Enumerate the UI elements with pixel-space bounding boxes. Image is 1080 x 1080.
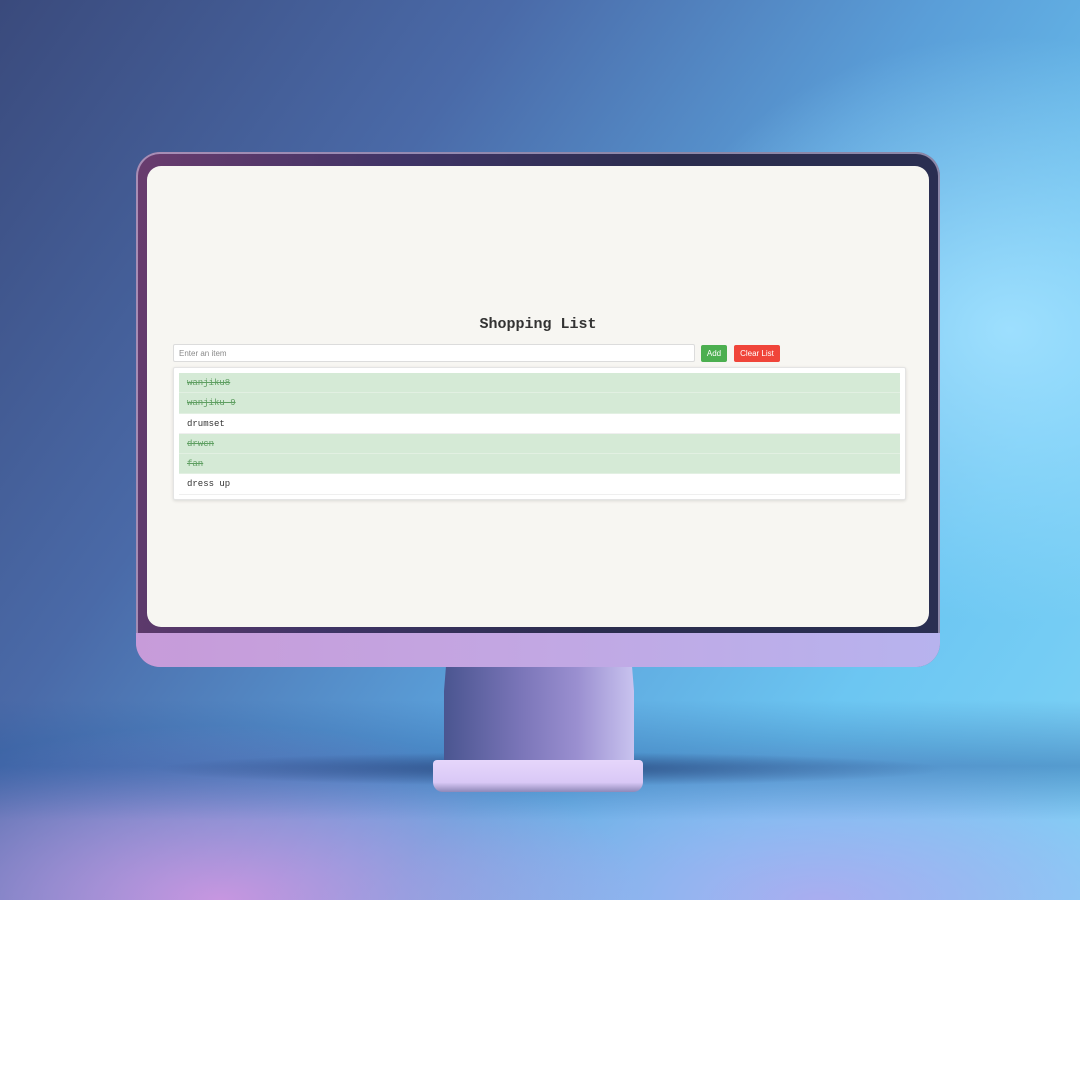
- monitor-chin: [136, 633, 940, 667]
- monitor: Shopping List Add Clear List wanjiku8 wa…: [136, 152, 940, 667]
- list-item[interactable]: wanjiku 9: [179, 393, 900, 414]
- shopping-list: wanjiku8 wanjiku 9 drumset drwcn fan dre…: [173, 367, 906, 500]
- background-scene: Shopping List Add Clear List wanjiku8 wa…: [0, 0, 1080, 900]
- item-input[interactable]: [173, 344, 695, 362]
- list-item[interactable]: dress up: [179, 474, 900, 495]
- add-button[interactable]: Add: [701, 345, 727, 362]
- list-item[interactable]: drwcn: [179, 433, 900, 455]
- clear-list-button[interactable]: Clear List: [734, 345, 780, 362]
- monitor-screen: Shopping List Add Clear List wanjiku8 wa…: [147, 166, 929, 627]
- list-item[interactable]: drumset: [179, 414, 900, 434]
- monitor-stand-neck: [444, 666, 634, 766]
- list-item[interactable]: wanjiku8: [179, 373, 900, 394]
- monitor-stand-base: [433, 760, 643, 792]
- page-title: Shopping List: [479, 316, 597, 333]
- list-item[interactable]: fan: [179, 454, 900, 475]
